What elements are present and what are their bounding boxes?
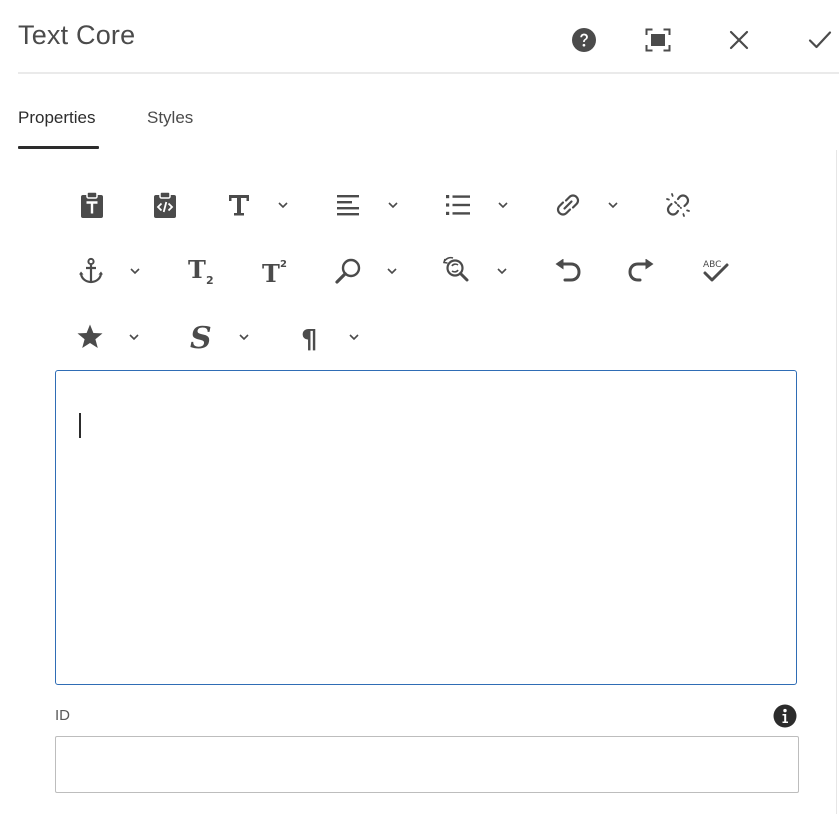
chevron-down-icon — [388, 202, 398, 209]
active-tab-indicator — [18, 146, 99, 149]
svg-text:2: 2 — [280, 259, 287, 270]
format-text-dropdown[interactable] — [276, 198, 290, 212]
id-field-label: ID — [55, 707, 70, 724]
styles-dropdown[interactable] — [237, 330, 251, 344]
done-button[interactable] — [802, 22, 838, 58]
list-button[interactable] — [441, 188, 475, 222]
chevron-down-icon — [129, 334, 139, 341]
id-input[interactable] — [55, 736, 799, 793]
svg-text:T: T — [262, 259, 280, 286]
chevron-down-icon — [349, 334, 359, 341]
chevron-down-icon — [278, 202, 288, 209]
chevron-down-icon — [608, 202, 618, 209]
special-characters-button[interactable] — [73, 320, 107, 354]
anchor-button[interactable] — [74, 254, 108, 288]
list-dropdown[interactable] — [496, 198, 510, 212]
superscript-button[interactable]: T 2 — [258, 254, 292, 288]
find-dropdown[interactable] — [385, 264, 399, 278]
chevron-down-icon — [130, 268, 140, 275]
svg-text:2: 2 — [206, 274, 214, 286]
unlink-icon — [666, 193, 690, 217]
dialog-title: Text Core — [18, 20, 136, 50]
replace-icon — [442, 256, 469, 282]
subscript-icon: T 2 — [188, 256, 214, 286]
text-caret — [79, 413, 81, 438]
find-icon — [335, 258, 361, 284]
tab-properties[interactable]: Properties — [18, 108, 95, 142]
replace-button[interactable] — [440, 254, 474, 288]
format-text-icon — [229, 195, 249, 216]
redo-button[interactable] — [624, 254, 658, 288]
find-button[interactable] — [331, 254, 365, 288]
panel-divider — [836, 150, 837, 814]
svg-text:S: S — [190, 321, 212, 353]
unlink-button[interactable] — [661, 188, 695, 222]
svg-text:ABC: ABC — [703, 260, 721, 270]
anchor-dropdown[interactable] — [128, 264, 142, 278]
paragraph-format-button[interactable]: ¶ — [293, 320, 327, 354]
paste-wordhtml-icon — [154, 191, 176, 218]
special-characters-dropdown[interactable] — [127, 330, 141, 344]
spellcheck-button[interactable]: ABC — [697, 254, 733, 288]
undo-button[interactable] — [551, 254, 585, 288]
tab-styles[interactable]: Styles — [147, 108, 193, 142]
help-button[interactable] — [566, 22, 602, 58]
chevron-down-icon — [239, 334, 249, 341]
justify-icon — [337, 195, 359, 216]
subscript-button[interactable]: T 2 — [184, 254, 218, 288]
chevron-down-icon — [387, 268, 397, 275]
link-dropdown[interactable] — [606, 198, 620, 212]
paste-as-text-button[interactable] — [74, 187, 110, 223]
paste-as-text-icon — [81, 191, 103, 218]
link-button[interactable] — [551, 188, 585, 222]
help-icon — [572, 28, 596, 52]
redo-icon — [628, 259, 654, 282]
paragraph-format-icon: ¶ — [301, 325, 318, 352]
info-icon — [773, 704, 797, 728]
chevron-down-icon — [498, 202, 508, 209]
link-icon — [556, 194, 580, 216]
special-characters-icon — [77, 324, 103, 348]
fullscreen-button[interactable] — [640, 22, 676, 58]
fullscreen-icon — [645, 28, 671, 52]
replace-dropdown[interactable] — [495, 264, 509, 278]
paste-wordhtml-button[interactable] — [147, 187, 183, 223]
chevron-down-icon — [497, 268, 507, 275]
undo-icon — [555, 259, 581, 282]
format-text-button[interactable] — [222, 188, 256, 222]
svg-text:T: T — [188, 256, 206, 284]
justify-dropdown[interactable] — [386, 198, 400, 212]
close-button[interactable] — [721, 22, 757, 58]
superscript-icon: T 2 — [262, 259, 287, 286]
paragraph-format-dropdown[interactable] — [347, 330, 361, 344]
anchor-icon — [79, 257, 103, 284]
close-icon — [729, 30, 749, 50]
styles-button[interactable]: S — [183, 320, 217, 354]
svg-text:¶: ¶ — [301, 325, 318, 352]
styles-icon: S — [190, 321, 212, 353]
checkmark-icon — [808, 31, 832, 49]
id-info-button[interactable] — [772, 703, 798, 729]
dialog-header: Text Core — [18, 0, 839, 74]
spellcheck-icon: ABC — [703, 260, 729, 282]
list-icon — [446, 195, 470, 215]
justify-button[interactable] — [331, 188, 365, 222]
rich-text-editor[interactable] — [55, 370, 797, 685]
